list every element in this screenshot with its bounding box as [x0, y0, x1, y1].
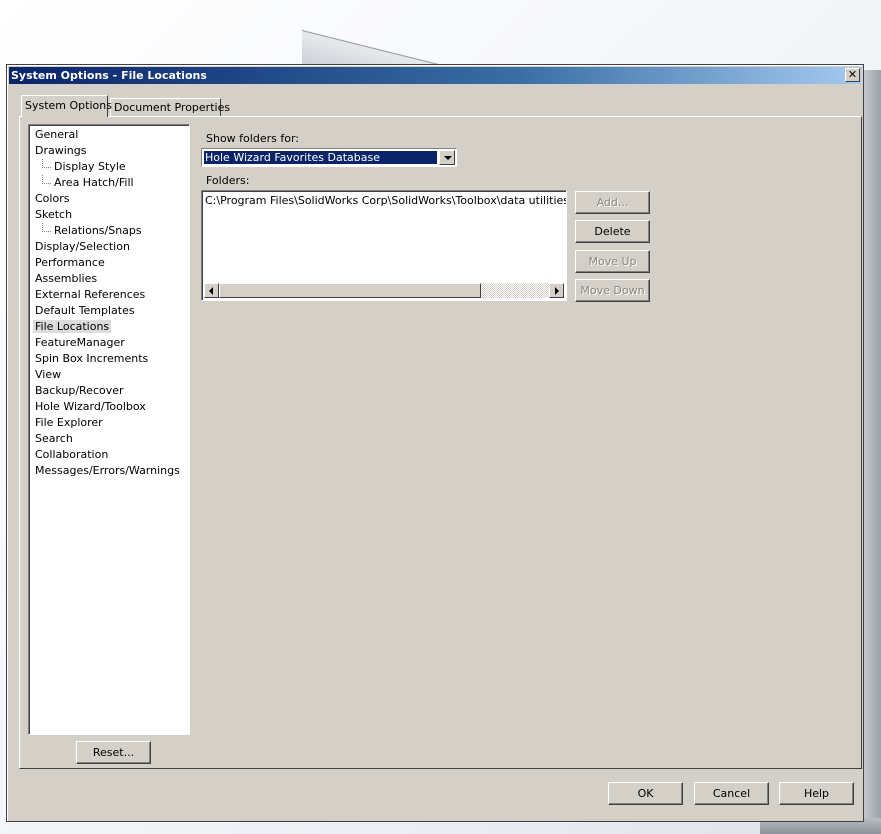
options-nav-tree[interactable]: General Drawings Display Style Area Hatc… [28, 124, 190, 735]
nav-item-default-templates[interactable]: Default Templates [29, 303, 189, 319]
move-up-button[interactable]: Move Up [575, 250, 650, 273]
folders-horizontal-scrollbar[interactable] [204, 283, 564, 298]
close-icon[interactable]: ✕ [845, 68, 860, 82]
nav-item-relations-snaps[interactable]: Relations/Snaps [29, 223, 189, 239]
dialog-titlebar[interactable]: System Options - File Locations ✕ [9, 67, 861, 84]
nav-item-external-references[interactable]: External References [29, 287, 189, 303]
tab-document-properties[interactable]: Document Properties [110, 98, 230, 116]
nav-item-file-explorer[interactable]: File Explorer [29, 415, 189, 431]
nav-item-colors[interactable]: Colors [29, 191, 189, 207]
folder-path-item[interactable]: C:\Program Files\SolidWorks Corp\SolidWo… [205, 194, 566, 208]
nav-item-backup-recover[interactable]: Backup/Recover [29, 383, 189, 399]
tab-panel: General Drawings Display Style Area Hatc… [19, 116, 862, 769]
nav-item-featuremanager[interactable]: FeatureManager [29, 335, 189, 351]
background-model-side [862, 70, 881, 834]
nav-item-file-locations[interactable]: File Locations [29, 319, 189, 335]
nav-item-hole-wizard-toolbox[interactable]: Hole Wizard/Toolbox [29, 399, 189, 415]
nav-item-search[interactable]: Search [29, 431, 189, 447]
show-folders-value: Hole Wizard Favorites Database [204, 151, 437, 164]
dialog-title: System Options - File Locations [11, 69, 207, 82]
show-folders-label: Show folders for: [206, 132, 299, 145]
scroll-left-icon[interactable] [204, 283, 219, 298]
nav-item-spin-box-increments[interactable]: Spin Box Increments [29, 351, 189, 367]
move-down-button[interactable]: Move Down [575, 279, 650, 302]
nav-item-messages-errors-warnings[interactable]: Messages/Errors/Warnings [29, 463, 189, 479]
add-folder-button[interactable]: Add... [575, 191, 650, 214]
delete-folder-button[interactable]: Delete [575, 220, 650, 243]
help-button[interactable]: Help [779, 782, 854, 805]
nav-item-area-hatch-fill[interactable]: Area Hatch/Fill [29, 175, 189, 191]
folders-label: Folders: [206, 174, 250, 187]
tab-system-options[interactable]: System Options [21, 95, 112, 117]
nav-item-drawings[interactable]: Drawings [29, 143, 189, 159]
tab-system-options-label: System Options [25, 99, 112, 112]
system-options-dialog: System Options - File Locations ✕ System… [6, 64, 864, 822]
tab-document-properties-label: Document Properties [114, 101, 231, 114]
nav-item-assemblies[interactable]: Assemblies [29, 271, 189, 287]
nav-item-performance[interactable]: Performance [29, 255, 189, 271]
nav-item-display-style[interactable]: Display Style [29, 159, 189, 175]
show-folders-dropdown[interactable]: Hole Wizard Favorites Database [201, 148, 457, 167]
reset-button[interactable]: Reset... [76, 741, 151, 764]
scroll-thumb[interactable] [219, 283, 481, 298]
cancel-button[interactable]: Cancel [694, 782, 769, 805]
folders-list[interactable]: C:\Program Files\SolidWorks Corp\SolidWo… [201, 190, 567, 301]
chevron-down-icon[interactable] [439, 150, 455, 165]
scroll-right-icon[interactable] [549, 283, 564, 298]
nav-item-display-selection[interactable]: Display/Selection [29, 239, 189, 255]
ok-button[interactable]: OK [608, 782, 683, 805]
nav-item-view[interactable]: View [29, 367, 189, 383]
nav-item-general[interactable]: General [29, 127, 189, 143]
nav-item-collaboration[interactable]: Collaboration [29, 447, 189, 463]
nav-item-sketch[interactable]: Sketch [29, 207, 189, 223]
